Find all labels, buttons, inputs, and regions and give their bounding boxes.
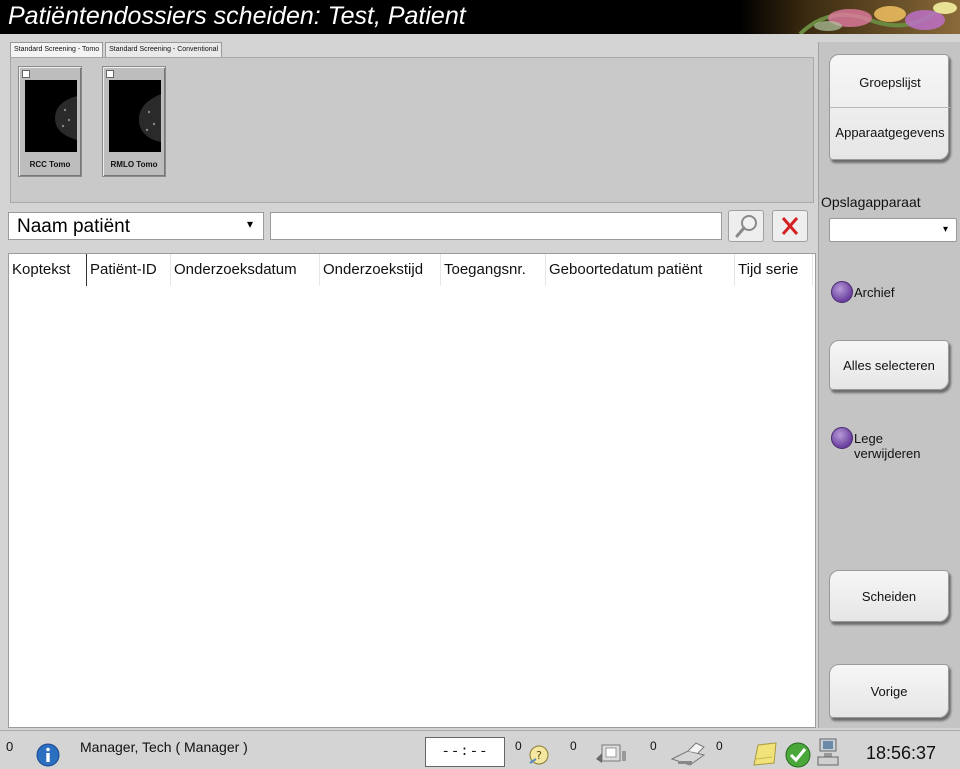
chevron-down-icon: ▾ [942, 224, 948, 235]
main-panel: Standard Screening - Tomo Standard Scree… [8, 42, 816, 728]
queue-count-archive: 0 [716, 739, 723, 753]
flower-banner-image [740, 0, 960, 34]
chevron-down-icon: ▾ [246, 217, 253, 231]
column-header-geboortedatum[interactable]: Geboortedatum patiënt [546, 254, 735, 286]
close-icon [781, 217, 799, 235]
column-header-patient-id[interactable]: Patiënt-ID [87, 254, 171, 286]
queue-count-import: 0 [570, 739, 577, 753]
notes-icon[interactable] [752, 741, 780, 769]
magnifier-icon [735, 215, 757, 238]
breast-image-icon [25, 80, 77, 152]
info-icon[interactable] [36, 743, 60, 769]
column-header-onderzoekstijd[interactable]: Onderzoekstijd [320, 254, 441, 286]
queue-count-query: 0 [515, 739, 522, 753]
title-bar: Patiëntendossiers scheiden: Test, Patien… [0, 0, 960, 34]
thumbnail-checkbox[interactable] [22, 70, 30, 78]
column-header-tijd-serie[interactable]: Tijd serie [735, 254, 813, 286]
clear-search-button[interactable] [772, 210, 808, 242]
network-computer-icon[interactable] [814, 737, 842, 769]
button-stack: Groepslijst Apparaatgegevens [829, 54, 950, 160]
remove-empty-label: Lege verwijderen [854, 431, 921, 461]
radio-indicator-icon [831, 281, 853, 303]
svg-text:?: ? [536, 749, 542, 762]
protocol-tabs: Standard Screening - Tomo Standard Scree… [10, 42, 223, 57]
table-header: Koptekst Patiënt-ID Onderzoeksdatum Onde… [9, 254, 813, 286]
thumbnail-label: RCC Tomo [29, 160, 71, 169]
device-info-button[interactable]: Apparaatgegevens [830, 125, 950, 140]
app-root: Patiëntendossiers scheiden: Test, Patien… [0, 0, 960, 769]
window-title: Patiëntendossiers scheiden: Test, Patien… [8, 2, 466, 30]
patient-table: Koptekst Patiënt-ID Onderzoeksdatum Onde… [8, 253, 816, 728]
column-header-toegangsnr[interactable]: Toegangsnr. [441, 254, 546, 286]
storage-device-label: Opslagapparaat [821, 194, 921, 210]
queue-count-print: 0 [650, 739, 657, 753]
import-media-icon[interactable] [594, 741, 628, 769]
column-header-onderzoeksdatum[interactable]: Onderzoeksdatum [171, 254, 320, 286]
thumbnail-rmlo-tomo[interactable]: RMLO Tomo [102, 66, 166, 177]
exposure-timer: --:-- [425, 737, 505, 767]
thumbnail-label: RMLO Tomo [110, 160, 158, 169]
tab-standard-screening-tomo[interactable]: Standard Screening - Tomo [10, 42, 104, 57]
alerts-count: 0 [6, 739, 14, 754]
radio-indicator-icon [831, 427, 853, 449]
divider [830, 107, 950, 108]
query-help-icon[interactable]: ? [526, 743, 552, 769]
search-field-select[interactable]: Naam patiënt ▾ [8, 212, 264, 240]
printer-icon[interactable] [668, 739, 708, 769]
thumbnail-pane: RCC Tomo RMLO Tomo [10, 57, 814, 203]
select-all-button[interactable]: Alles selecteren [829, 340, 949, 390]
search-field-value: Naam patiënt [17, 216, 131, 237]
status-bar: 0 Manager, Tech ( Manager ) --:-- 0 ? 0 [0, 730, 960, 769]
clock: 18:56:37 [866, 743, 937, 763]
split-button[interactable]: Scheiden [829, 570, 949, 622]
search-button[interactable] [728, 210, 764, 242]
tab-standard-screening-conventional[interactable]: Standard Screening - Conventional [105, 42, 223, 57]
previous-button[interactable]: Vorige [829, 664, 949, 718]
breast-image-icon [109, 80, 161, 152]
group-list-button[interactable]: Groepslijst [830, 75, 950, 90]
search-row: Naam patiënt ▾ [8, 209, 816, 243]
status-ok-icon[interactable] [784, 741, 812, 769]
column-header-koptekst[interactable]: Koptekst [9, 254, 87, 286]
thumbnail-rcc-tomo[interactable]: RCC Tomo [18, 66, 82, 177]
thumbnail-checkbox[interactable] [106, 70, 114, 78]
storage-device-select[interactable]: ▾ [829, 218, 957, 242]
sidebar: Groepslijst Apparaatgegevens Opslagappar… [818, 42, 960, 728]
current-user[interactable]: Manager, Tech ( Manager ) [80, 739, 248, 755]
search-input[interactable] [270, 212, 722, 240]
archive-label: Archief [854, 285, 895, 300]
